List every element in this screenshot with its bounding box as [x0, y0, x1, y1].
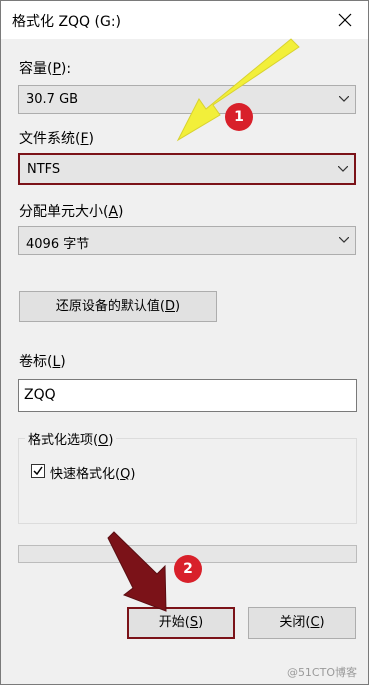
watermark: @51CTO博客	[286, 666, 357, 679]
step-badge-2: 2	[174, 555, 202, 583]
step-badge-1: 1	[225, 103, 253, 131]
annotation-arrow-2	[107, 531, 167, 612]
